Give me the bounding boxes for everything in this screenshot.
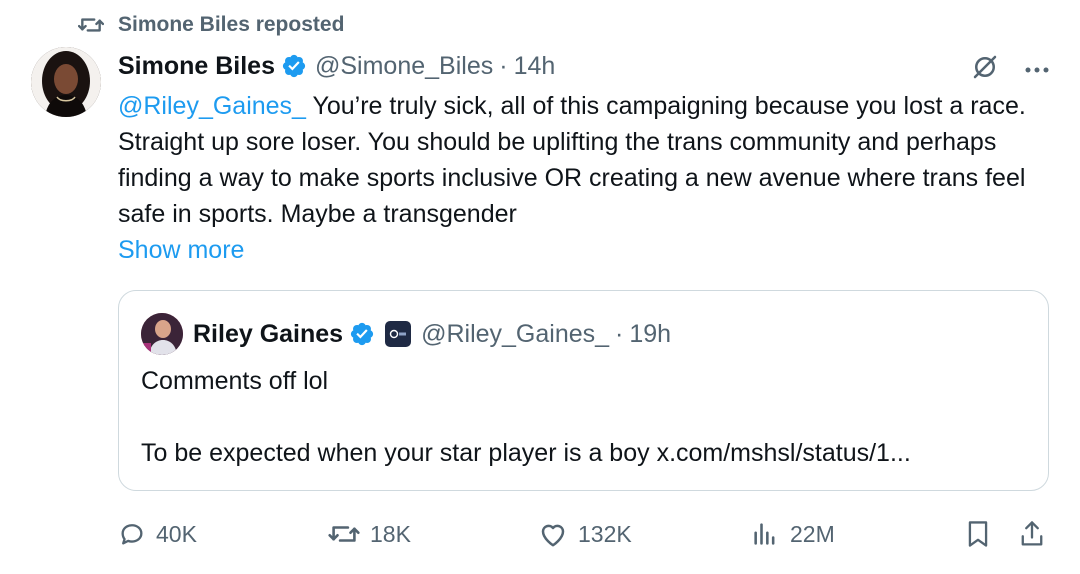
separator-dot: ·	[615, 319, 624, 348]
quoted-author-avatar[interactable]	[141, 313, 183, 355]
separator-dot: ·	[499, 51, 508, 80]
quoted-tweet-timestamp[interactable]: 19h	[629, 320, 671, 349]
views-icon	[754, 523, 775, 545]
quoted-tweet-line1: Comments off lol	[141, 367, 329, 395]
like-button[interactable]: 132K	[538, 512, 632, 556]
tweet-text: @Riley_Gaines_ You’re truly sick, all of…	[118, 88, 1058, 232]
bookmark-button[interactable]	[964, 512, 1002, 556]
tweet-top-actions	[970, 52, 1050, 87]
quoted-author-handle[interactable]: @Riley_Gaines_	[421, 320, 609, 349]
repost-icon	[78, 18, 104, 32]
author-name[interactable]: Simone Biles	[118, 52, 275, 81]
tweet-timestamp[interactable]: 14h	[514, 52, 556, 81]
mention-link[interactable]: @Riley_Gaines_	[118, 92, 306, 120]
quoted-tweet-card[interactable]: Riley Gaines @Riley_Gaines_ · 19h Commen…	[118, 290, 1049, 491]
quoted-tweet-header: Riley Gaines @Riley_Gaines_ · 19h	[141, 313, 671, 355]
grok-icon[interactable]	[970, 52, 1000, 87]
verified-badge-icon[interactable]	[349, 321, 375, 347]
reply-button[interactable]: 40K	[118, 512, 197, 556]
repost-icon	[328, 526, 360, 542]
share-icon	[1021, 521, 1043, 546]
repost-indicator[interactable]: Simone Biles reposted	[78, 11, 344, 39]
more-icon[interactable]	[1024, 61, 1050, 79]
like-count: 132K	[578, 520, 632, 547]
views-button[interactable]: 22M	[750, 512, 835, 556]
reply-count: 40K	[156, 520, 197, 547]
quoted-author-name[interactable]: Riley Gaines	[193, 320, 343, 349]
show-more-link[interactable]: Show more	[118, 232, 244, 268]
view-count: 22M	[790, 520, 835, 547]
affiliation-badge-icon[interactable]	[385, 321, 412, 347]
reply-icon	[121, 524, 143, 545]
share-button[interactable]	[1018, 512, 1056, 556]
like-icon	[541, 524, 565, 547]
verified-badge-icon[interactable]	[281, 53, 307, 79]
repost-button[interactable]: 18K	[328, 512, 411, 556]
repost-count: 18K	[370, 520, 411, 547]
tweet-header: Simone Biles @Simone_Biles · 14h	[118, 48, 555, 84]
author-avatar[interactable]	[31, 47, 101, 117]
quoted-tweet-line2: To be expected when your star player is …	[141, 439, 911, 467]
bookmark-icon	[968, 521, 988, 547]
tweet-action-bar: 40K 18K 132K 22M	[118, 512, 1050, 556]
repost-label: Simone Biles reposted	[118, 13, 345, 36]
author-handle[interactable]: @Simone_Biles	[315, 52, 493, 81]
